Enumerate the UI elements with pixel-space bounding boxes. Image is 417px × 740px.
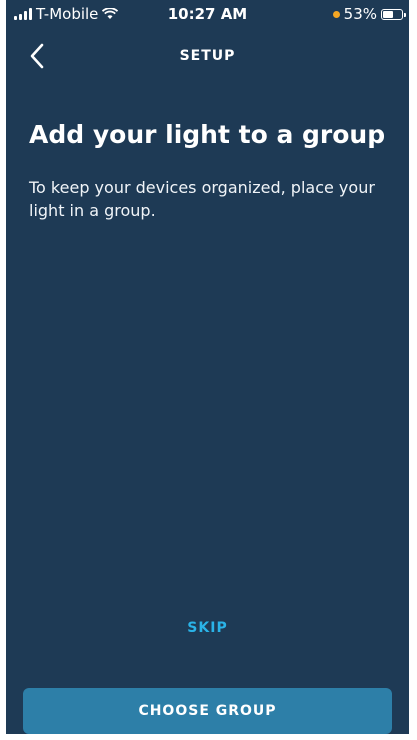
battery-fill <box>383 10 393 18</box>
nav-title: SETUP <box>179 48 236 64</box>
choose-group-button[interactable]: CHOOSE GROUP <box>23 688 392 734</box>
page-description: To keep your devices organized, place yo… <box>29 178 375 220</box>
battery-icon <box>381 8 406 20</box>
page-title: Add your light to a group <box>29 120 386 149</box>
battery-percent: 53% <box>343 5 377 23</box>
setup-screen: T-Mobile 10:27 AM 53% SETUP Add your lig… <box>0 0 417 740</box>
skip-button[interactable]: SKIP <box>6 620 409 636</box>
status-bar: T-Mobile 10:27 AM 53% <box>6 0 409 26</box>
status-right: 53% <box>332 5 406 23</box>
orange-dot-icon <box>332 10 340 18</box>
nav-bar: SETUP <box>6 36 409 76</box>
